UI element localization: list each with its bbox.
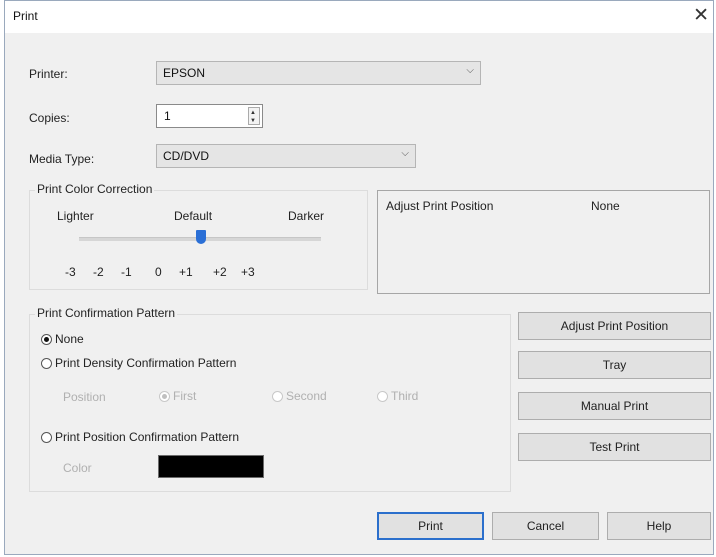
chevron-down-icon: ⌵ [401, 148, 409, 159]
tray-button[interactable]: Tray [518, 351, 711, 379]
darker-label: Darker [288, 209, 325, 223]
tick-label: 0 [155, 265, 162, 279]
media-type-value: CD/DVD [163, 149, 210, 163]
tick-label: +2 [213, 265, 227, 279]
media-type-label: Media Type: [29, 152, 95, 166]
radio-position-pattern-label: Print Position Confirmation Pattern [55, 430, 240, 444]
radio-density-pattern[interactable]: Print Density Confirmation Pattern [41, 356, 236, 370]
radio-third-label: Third [391, 389, 419, 403]
radio-selected-icon [159, 390, 170, 402]
default-label: Default [174, 209, 213, 223]
printer-value: EPSON [163, 66, 206, 80]
lighter-label: Lighter [57, 209, 94, 223]
spin-up-icon[interactable]: ▲ [250, 110, 256, 116]
print-button[interactable]: Print [377, 512, 484, 540]
title-bar: Print ✕ [5, 1, 713, 33]
radio-first: First [159, 389, 196, 403]
radio-icon [41, 357, 52, 369]
radio-second-label: Second [286, 389, 327, 403]
adjust-position-panel: Adjust Print Position None [377, 190, 710, 294]
cancel-button[interactable]: Cancel [492, 512, 599, 540]
radio-none-label: None [55, 332, 84, 346]
chevron-down-icon: ⌵ [466, 65, 474, 76]
copies-value: 1 [164, 109, 171, 123]
adjust-print-position-button[interactable]: Adjust Print Position [518, 312, 711, 340]
tick-label: -2 [93, 265, 104, 279]
spin-down-icon[interactable]: ▼ [250, 118, 256, 124]
radio-selected-icon [41, 333, 52, 345]
radio-none[interactable]: None [41, 332, 84, 346]
printer-select[interactable]: EPSON ⌵ [156, 61, 481, 85]
slider-thumb[interactable] [196, 230, 206, 244]
tick-label: -3 [65, 265, 76, 279]
radio-density-label: Print Density Confirmation Pattern [55, 356, 237, 370]
tick-label: -1 [121, 265, 132, 279]
adjust-position-value: None [591, 199, 620, 213]
spin-buttons[interactable]: ▲ ▼ [248, 107, 260, 125]
color-correction-title: Print Color Correction [35, 182, 155, 196]
color-label: Color [63, 461, 92, 475]
test-print-button[interactable]: Test Print [518, 433, 711, 461]
tick-label: +3 [241, 265, 255, 279]
help-button[interactable]: Help [607, 512, 711, 540]
confirmation-title: Print Confirmation Pattern [35, 306, 178, 320]
radio-second: Second [272, 389, 327, 403]
close-icon[interactable]: ✕ [693, 3, 709, 29]
media-type-select[interactable]: CD/DVD ⌵ [156, 144, 416, 168]
radio-position-pattern[interactable]: Print Position Confirmation Pattern [41, 430, 239, 444]
copies-label: Copies: [29, 111, 70, 125]
radio-icon [377, 390, 388, 402]
printer-label: Printer: [29, 67, 68, 81]
radio-first-label: First [173, 389, 197, 403]
window-title: Print [13, 9, 38, 23]
position-label: Position [63, 390, 106, 404]
radio-icon [41, 431, 52, 443]
print-dialog: Print ✕ Printer: EPSON ⌵ Copies: 1 ▲ ▼ M… [4, 0, 714, 555]
radio-third: Third [377, 389, 418, 403]
manual-print-button[interactable]: Manual Print [518, 392, 711, 420]
radio-icon [272, 390, 283, 402]
color-swatch[interactable] [158, 455, 264, 478]
adjust-position-label: Adjust Print Position [386, 199, 494, 213]
copies-stepper[interactable]: 1 ▲ ▼ [156, 104, 263, 128]
tick-label: +1 [179, 265, 193, 279]
